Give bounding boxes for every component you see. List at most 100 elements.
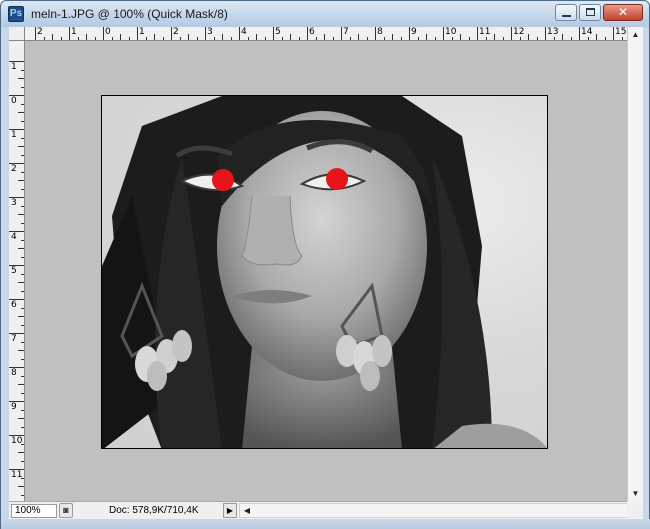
vertical-ruler[interactable]: 1 0 1 2 3 4 5 6 7 8 9 10 11 bbox=[9, 41, 25, 501]
scroll-left-arrow-icon[interactable]: ◀ bbox=[240, 504, 254, 517]
ruler-major-tick bbox=[613, 27, 614, 40]
scroll-up-arrow-icon[interactable]: ▲ bbox=[628, 27, 643, 42]
ruler-minor-tick bbox=[528, 34, 529, 40]
ruler-minor-tick bbox=[18, 214, 24, 215]
document-window: Ps meln-1.JPG @ 100% (Quick Mask/8) ✕ 2 1… bbox=[0, 0, 650, 529]
ruler-minor-tick bbox=[400, 37, 402, 40]
ruler-minor-tick bbox=[21, 375, 24, 377]
ruler-label: 11 bbox=[479, 27, 491, 37]
ruler-minor-tick bbox=[21, 86, 24, 88]
ruler-major-tick bbox=[545, 27, 546, 40]
ruler-minor-tick bbox=[18, 146, 24, 147]
ruler-minor-tick bbox=[230, 37, 232, 40]
canvas-area[interactable] bbox=[25, 41, 627, 501]
document-image[interactable] bbox=[101, 95, 548, 449]
ruler-major-tick bbox=[171, 27, 172, 40]
ruler-label: 12 bbox=[513, 27, 525, 37]
ruler-label: 2 bbox=[173, 27, 179, 37]
ruler-minor-tick bbox=[21, 120, 24, 122]
maximize-button[interactable] bbox=[579, 4, 601, 21]
ruler-minor-tick bbox=[21, 222, 24, 224]
ruler-minor-tick bbox=[162, 37, 164, 40]
horizontal-ruler[interactable]: 2 1 0 1 2 3 4 5 6 7 8 9 10 11 12 13 14 15 bbox=[25, 27, 627, 41]
ruler-minor-tick bbox=[145, 37, 147, 40]
ruler-minor-tick bbox=[18, 248, 24, 249]
ruler-major-tick bbox=[103, 27, 104, 40]
photoshop-icon: Ps bbox=[8, 6, 24, 22]
ruler-minor-tick bbox=[426, 34, 427, 40]
ruler-minor-tick bbox=[570, 37, 572, 40]
ruler-minor-tick bbox=[21, 137, 24, 139]
close-button[interactable]: ✕ bbox=[603, 4, 643, 21]
ruler-minor-tick bbox=[52, 34, 53, 40]
ruler-minor-tick bbox=[21, 307, 24, 309]
ruler-major-tick bbox=[69, 27, 70, 40]
ruler-minor-tick bbox=[60, 37, 62, 40]
minimize-button[interactable] bbox=[555, 4, 577, 21]
ruler-minor-tick bbox=[179, 37, 181, 40]
ruler-minor-tick bbox=[188, 34, 189, 40]
ruler-minor-tick bbox=[366, 37, 368, 40]
resize-grip[interactable] bbox=[627, 501, 643, 519]
ruler-label: 6 bbox=[11, 300, 17, 310]
ruler-minor-tick bbox=[222, 34, 223, 40]
ruler-minor-tick bbox=[21, 324, 24, 326]
ruler-major-tick bbox=[341, 27, 342, 40]
ruler-minor-tick bbox=[154, 34, 155, 40]
ruler-minor-tick bbox=[21, 477, 24, 479]
ruler-label: 10 bbox=[445, 27, 457, 37]
ruler-minor-tick bbox=[120, 34, 121, 40]
vertical-scrollbar[interactable]: ▲ ▼ bbox=[627, 27, 643, 501]
ruler-major-tick bbox=[409, 27, 410, 40]
ruler-minor-tick bbox=[494, 34, 495, 40]
ruler-minor-tick bbox=[468, 37, 470, 40]
portrait-photo bbox=[102, 96, 547, 448]
ruler-label: 1 bbox=[139, 27, 145, 37]
ruler-minor-tick bbox=[383, 37, 385, 40]
ruler-minor-tick bbox=[256, 34, 257, 40]
ruler-minor-tick bbox=[196, 37, 198, 40]
zoom-level-field[interactable]: 100% bbox=[11, 504, 57, 518]
ruler-minor-tick bbox=[18, 452, 24, 453]
ruler-minor-tick bbox=[21, 154, 24, 156]
ruler-label: 2 bbox=[37, 27, 43, 37]
ruler-label: 0 bbox=[11, 96, 17, 106]
ruler-label: 13 bbox=[547, 27, 559, 37]
ruler-minor-tick bbox=[21, 341, 24, 343]
close-icon: ✕ bbox=[617, 5, 629, 19]
ruler-minor-tick bbox=[434, 37, 436, 40]
ruler-minor-tick bbox=[553, 37, 555, 40]
status-menu-arrow-icon[interactable]: ▶ bbox=[223, 503, 237, 518]
scroll-down-arrow-icon[interactable]: ▼ bbox=[628, 486, 643, 501]
ruler-minor-tick bbox=[247, 37, 249, 40]
ruler-minor-tick bbox=[21, 256, 24, 258]
ruler-minor-tick bbox=[485, 37, 487, 40]
title-bar[interactable]: Ps meln-1.JPG @ 100% (Quick Mask/8) ✕ bbox=[1, 1, 649, 27]
ruler-minor-tick bbox=[298, 37, 300, 40]
ruler-minor-tick bbox=[43, 37, 45, 40]
ruler-label: 5 bbox=[275, 27, 281, 37]
ruler-origin[interactable] bbox=[9, 27, 25, 41]
minimize-icon bbox=[562, 15, 571, 17]
ruler-label: 0 bbox=[105, 27, 111, 37]
ruler-minor-tick bbox=[21, 494, 24, 496]
ruler-minor-tick bbox=[21, 239, 24, 241]
ruler-minor-tick bbox=[18, 316, 24, 317]
ruler-minor-tick bbox=[281, 37, 283, 40]
ruler-minor-tick bbox=[392, 34, 393, 40]
ruler-minor-tick bbox=[621, 37, 623, 40]
ruler-minor-tick bbox=[587, 37, 589, 40]
status-info-icon[interactable]: ◙ bbox=[59, 503, 73, 518]
ruler-minor-tick bbox=[596, 34, 597, 40]
horizontal-scrollbar[interactable]: ◀ ▶ bbox=[239, 503, 641, 518]
ruler-minor-tick bbox=[94, 37, 96, 40]
status-bar: 100% ◙ Doc: 578,9K/710,4K ▶ ◀ ▶ bbox=[9, 501, 643, 519]
ruler-major-tick bbox=[239, 27, 240, 40]
ruler-label: 1 bbox=[11, 130, 17, 140]
ruler-label: 5 bbox=[11, 266, 17, 276]
ruler-minor-tick bbox=[604, 37, 606, 40]
ruler-minor-tick bbox=[86, 34, 87, 40]
maximize-icon bbox=[586, 8, 595, 16]
ruler-label: 11 bbox=[11, 470, 23, 480]
ruler-label: 8 bbox=[11, 368, 17, 378]
